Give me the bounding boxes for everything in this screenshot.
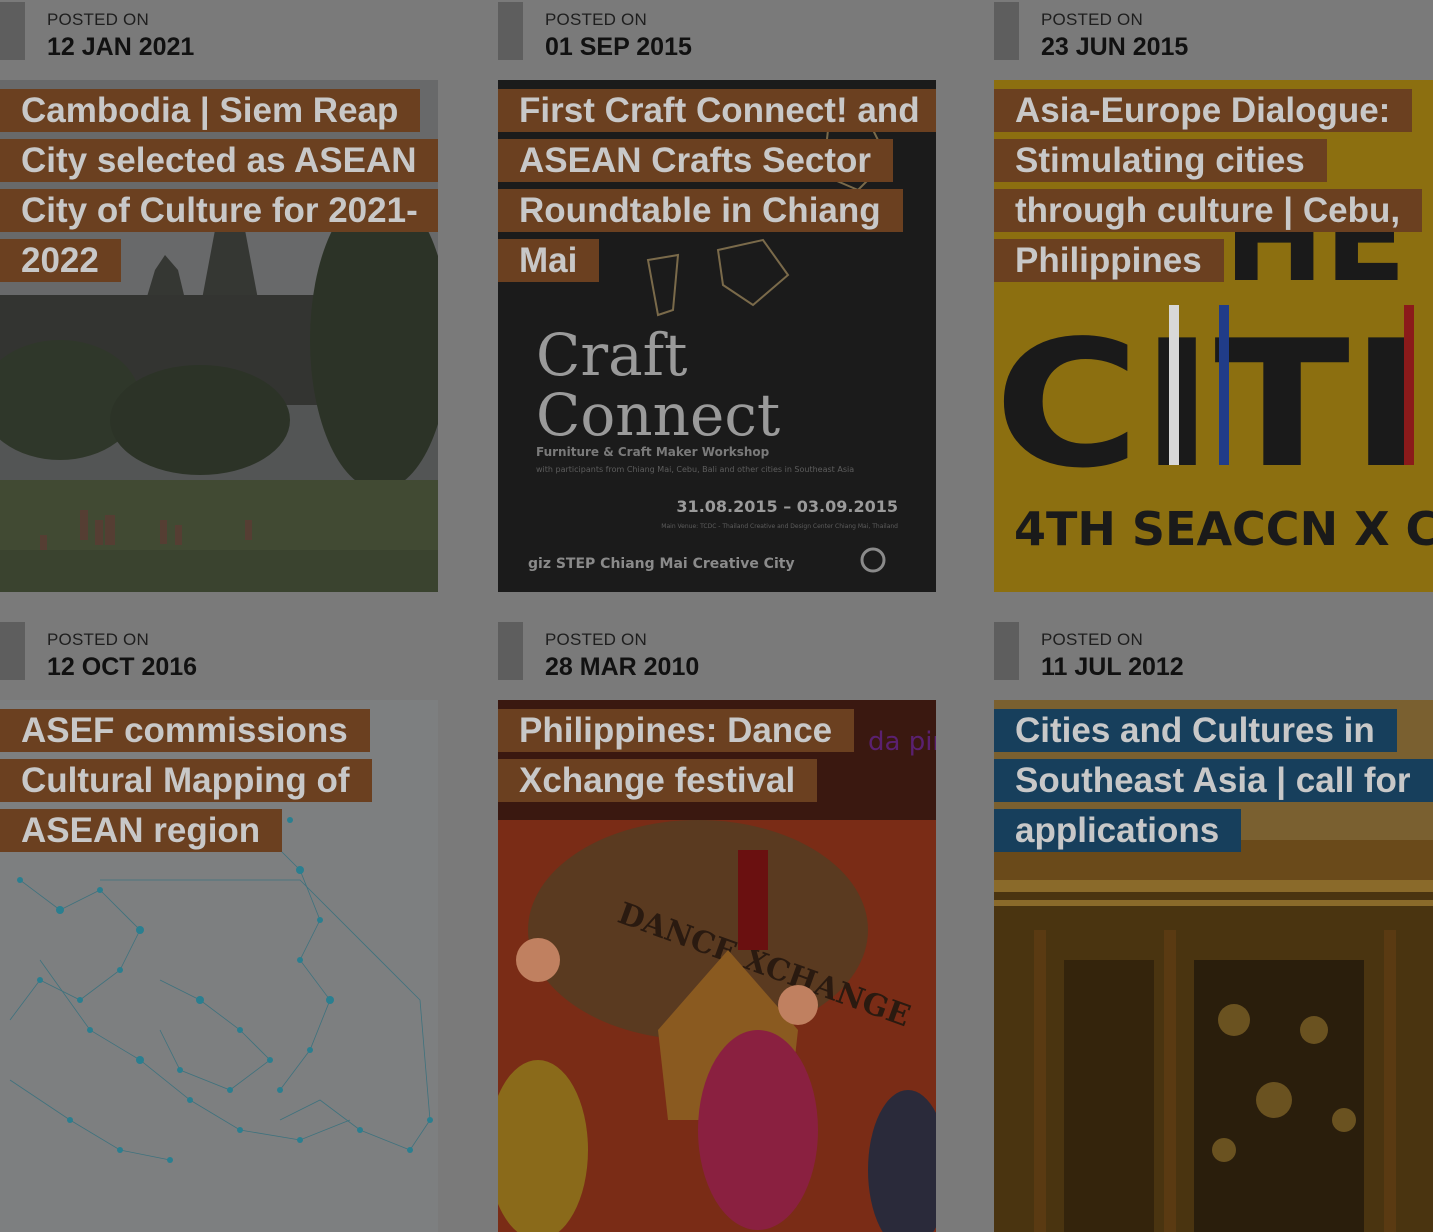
meta-accent-bar — [498, 2, 523, 60]
post-meta: POSTED ON 28 MAR 2010 — [498, 620, 936, 700]
meta-accent-bar — [994, 2, 1019, 60]
meta-accent-bar — [498, 622, 523, 680]
poster-logos: giz STEP Chiang Mai Creative City — [528, 556, 795, 572]
post-date: 23 JUN 2015 — [1041, 33, 1189, 61]
meta-accent-bar — [0, 622, 25, 680]
post-meta: POSTED ON 12 OCT 2016 — [0, 620, 438, 700]
post-thumbnail[interactable]: DANCE XCHANGE da pin Philippines: Dance … — [498, 700, 936, 1232]
poster-subheading: Furniture & Craft Maker Workshop — [536, 445, 770, 459]
post-title[interactable]: ASEF commissions Cultural Mapping of ASE… — [0, 709, 372, 852]
posted-label: POSTED ON — [545, 630, 647, 649]
meta-accent-bar — [0, 2, 25, 60]
post-title[interactable]: First Craft Connect! and ASEAN Crafts Se… — [498, 89, 936, 282]
post-date: 01 SEP 2015 — [545, 33, 692, 61]
posted-label: POSTED ON — [47, 10, 149, 29]
post-title-wrap: Cities and Cultures in Southeast Asia | … — [994, 706, 1433, 856]
poster-note: with participants from Chiang Mai, Cebu,… — [536, 465, 854, 474]
post-meta: POSTED ON 23 JUN 2015 — [994, 0, 1433, 80]
post-title-wrap: Asia-Europe Dialogue: Stimulating cities… — [994, 86, 1433, 286]
post-date: 28 MAR 2010 — [545, 653, 700, 681]
post-date: 12 JAN 2021 — [47, 33, 195, 61]
post-date: 12 OCT 2016 — [47, 653, 198, 681]
post-meta: POSTED ON 01 SEP 2015 — [498, 0, 936, 80]
post-card[interactable]: POSTED ON 12 OCT 2016 ASEF commissions C… — [0, 620, 438, 1232]
post-title-wrap: Philippines: Dance Xchange festival — [498, 706, 936, 806]
post-card[interactable]: POSTED ON 23 JUN 2015 HE CITI 4TH SEACCN… — [994, 0, 1433, 600]
post-title[interactable]: Cambodia | Siem Reap City selected as AS… — [0, 89, 438, 282]
post-card[interactable]: POSTED ON 28 MAR 2010 DANCE XCHANGE da p… — [498, 620, 936, 1232]
meta-accent-bar — [994, 622, 1019, 680]
post-meta: POSTED ON 12 JAN 2021 — [0, 0, 438, 80]
post-card[interactable]: POSTED ON 01 SEP 2015 Craft Connect Furn… — [498, 0, 936, 600]
post-title-wrap: First Craft Connect! and ASEAN Crafts Se… — [498, 86, 936, 286]
post-card[interactable]: POSTED ON 11 JUL 2012 Cities and Culture… — [994, 620, 1433, 1232]
post-title[interactable]: Philippines: Dance Xchange festival — [498, 709, 855, 802]
posted-label: POSTED ON — [1041, 630, 1143, 649]
post-title-wrap: ASEF commissions Cultural Mapping of ASE… — [0, 706, 438, 856]
post-thumbnail[interactable]: HE CITI 4TH SEACCN X C Asia-Europe Dialo… — [994, 80, 1433, 592]
post-date: 11 JUL 2012 — [1041, 653, 1184, 681]
poster-heading1: Craft — [536, 321, 687, 389]
post-title-wrap: Cambodia | Siem Reap City selected as AS… — [0, 86, 438, 286]
posted-label: POSTED ON — [545, 10, 647, 29]
post-title[interactable]: Cities and Cultures in Southeast Asia | … — [994, 709, 1433, 852]
posted-label: POSTED ON — [1041, 10, 1143, 29]
poster-bottom-line: 4TH SEACCN X C — [1014, 502, 1433, 556]
post-thumbnail[interactable]: Craft Connect Furniture & Craft Maker Wo… — [498, 80, 936, 592]
post-meta: POSTED ON 11 JUL 2012 — [994, 620, 1433, 700]
post-thumbnail[interactable]: Cambodia | Siem Reap City selected as AS… — [0, 80, 438, 592]
posted-label: POSTED ON — [47, 630, 149, 649]
post-thumbnail[interactable]: ASEF commissions Cultural Mapping of ASE… — [0, 700, 438, 1232]
poster-dates: 31.08.2015 – 03.09.2015 — [676, 497, 898, 516]
poster-big-letters: CITI — [994, 304, 1424, 507]
poster-venue: Main Venue: TCDC - Thailand Creative and… — [661, 523, 898, 530]
post-title[interactable]: Asia-Europe Dialogue: Stimulating cities… — [994, 89, 1423, 282]
post-grid: POSTED ON 12 JAN 2021 Cambodia | Siem Re… — [0, 0, 1433, 1232]
poster-heading2: Connect — [536, 381, 780, 449]
post-thumbnail[interactable]: Cities and Cultures in Southeast Asia | … — [994, 700, 1433, 1232]
post-card[interactable]: POSTED ON 12 JAN 2021 Cambodia | Siem Re… — [0, 0, 438, 600]
